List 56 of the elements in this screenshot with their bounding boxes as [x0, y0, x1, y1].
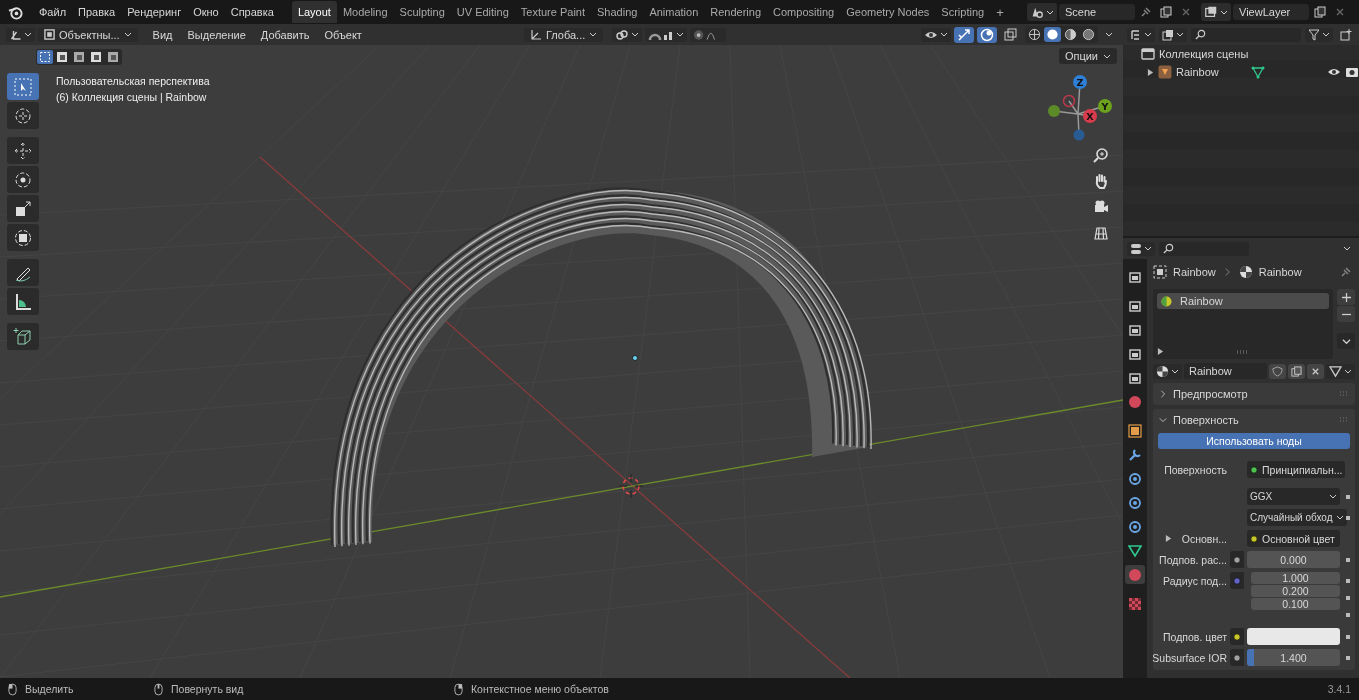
menu-item[interactable]: Справка: [224, 6, 280, 18]
number-field[interactable]: 0.200: [1251, 585, 1340, 597]
node-link-field[interactable]: Принципиальн...: [1247, 461, 1346, 478]
menu-item[interactable]: Объект: [318, 28, 368, 41]
status-hint: Контекстное меню объектов: [471, 683, 609, 695]
field-label: Радиус под...: [1163, 574, 1227, 587]
workspace-tab[interactable]: Modeling: [336, 1, 394, 23]
field-label: Подпов. рас...: [1159, 553, 1227, 566]
number-field[interactable]: 0.100: [1251, 598, 1340, 610]
version-label: 3.4.1: [1327, 683, 1351, 695]
workspace-tab[interactable]: Compositing: [767, 1, 841, 23]
node-link-field[interactable]: Основной цвет: [1247, 530, 1340, 547]
dropdown[interactable]: Случайный обход: [1247, 509, 1347, 526]
field-label: Основн...: [1181, 532, 1227, 545]
workspace-tab[interactable]: Shading: [591, 1, 644, 23]
workspace-tab[interactable]: Animation: [643, 1, 705, 23]
number-field[interactable]: 0.000: [1247, 551, 1340, 568]
material-name-field[interactable]: Rainbow: [1184, 363, 1267, 379]
options-dropdown[interactable]: Опции: [1058, 48, 1117, 64]
dropdown[interactable]: GGX: [1247, 488, 1340, 505]
workspace-tab[interactable]: Layout: [291, 1, 337, 23]
workspace-tab[interactable]: Sculpting: [393, 1, 451, 23]
view-layer-field[interactable]: ViewLayer: [1233, 4, 1309, 20]
workspace-tab[interactable]: Scripting: [935, 1, 991, 23]
number-field[interactable]: 1.000: [1251, 572, 1340, 584]
menu-item[interactable]: Окно: [187, 6, 225, 18]
workspace-tab[interactable]: Texture Paint: [514, 1, 591, 23]
panel-title[interactable]: Поверхность: [1173, 414, 1333, 426]
menu-item[interactable]: Правка: [72, 6, 122, 18]
add-workspace-button[interactable]: +: [990, 4, 1010, 20]
navigation-gizmo-drawing[interactable]: Z Y X: [1048, 75, 1112, 141]
field-label: Подпов. цвет: [1163, 630, 1227, 643]
menu-item[interactable]: Выделение: [181, 28, 252, 41]
menu-item[interactable]: Вид: [146, 28, 179, 41]
object-label[interactable]: Rainbow: [1176, 66, 1219, 78]
status-hint: Выделить: [25, 683, 74, 695]
status-hint: Повернуть вид: [171, 683, 244, 695]
breadcrumb-item[interactable]: Rainbow: [1173, 266, 1216, 278]
workspace-tab[interactable]: Rendering: [704, 1, 768, 23]
menu-item[interactable]: Рендеринг: [121, 6, 188, 18]
use-nodes-button[interactable]: Использовать ноды: [1158, 433, 1350, 449]
material-slot[interactable]: Rainbow: [1157, 293, 1329, 309]
orientation-dropdown[interactable]: Глоба...: [523, 27, 604, 42]
scene-field[interactable]: Scene: [1059, 4, 1135, 20]
workspace-tab[interactable]: UV Editing: [450, 1, 515, 23]
viewport-info-text: (6) Коллекция сцены | Rainbow: [56, 91, 208, 103]
slider-field[interactable]: 1.400: [1247, 649, 1340, 666]
viewport-info-text: Пользовательская перспектива: [56, 75, 210, 87]
menu-item[interactable]: Файл: [33, 6, 73, 18]
field-label: Поверхность: [1164, 463, 1227, 476]
collection-label[interactable]: Коллекция сцены: [1159, 48, 1249, 60]
workspace-tab[interactable]: Geometry Nodes: [840, 1, 936, 23]
field-label: Subsurface IOR: [1152, 651, 1227, 664]
mode-dropdown[interactable]: Объектны...: [38, 27, 138, 42]
menu-item[interactable]: Добавить: [254, 28, 316, 41]
breadcrumb-item[interactable]: Rainbow: [1258, 266, 1302, 278]
